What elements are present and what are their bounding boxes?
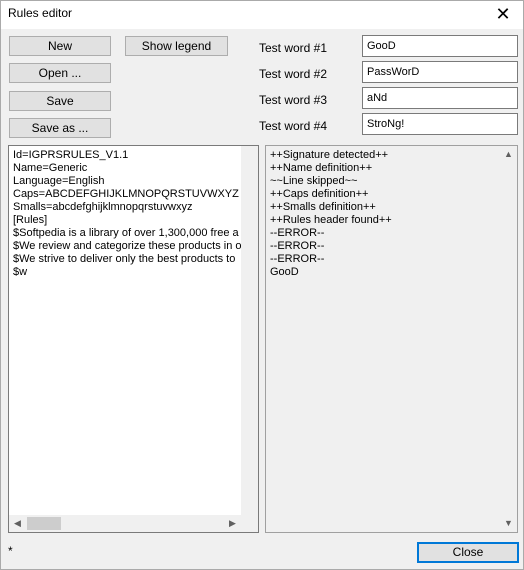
window-title: Rules editor	[8, 6, 73, 20]
rules-line: Name=Generic	[13, 162, 88, 174]
test-word-1-label: Test word #1	[259, 41, 328, 55]
rules-line: $w	[13, 266, 28, 278]
rules-line: [Rules]	[13, 214, 48, 226]
rules-horizontal-scroll-thumb[interactable]	[27, 517, 61, 530]
test-word-3-field[interactable]: aNd	[362, 87, 518, 109]
window-close-icon[interactable]: ✕	[483, 1, 523, 29]
scroll-left-icon[interactable]: ◀	[9, 515, 26, 532]
rules-vertical-scrollbar[interactable]	[241, 146, 258, 515]
output-line: ++Smalls definition++	[270, 201, 376, 213]
output-line: ++Caps definition++	[270, 188, 369, 200]
scroll-right-icon[interactable]: ▶	[224, 515, 241, 532]
rules-line: Language=English	[13, 175, 105, 187]
save-button[interactable]: Save	[9, 91, 111, 111]
new-button[interactable]: New	[9, 36, 111, 56]
output-line: --ERROR--	[270, 253, 325, 265]
test-word-2-label: Test word #2	[259, 67, 328, 81]
rules-horizontal-scrollbar[interactable]: ◀ ▶	[9, 515, 258, 532]
test-word-4-label: Test word #4	[259, 119, 328, 133]
output-line: --ERROR--	[270, 240, 325, 252]
rules-line: $We review and categorize these products…	[13, 240, 242, 252]
scroll-up-icon[interactable]: ▲	[500, 146, 517, 163]
rules-editor-textarea[interactable]: Id=IGPRSRULES_V1.1 Name=Generic Language…	[8, 145, 259, 533]
test-word-1-field[interactable]: GooD	[362, 35, 518, 57]
output-line: ++Signature detected++	[270, 149, 389, 161]
output-line: --ERROR--	[270, 227, 325, 239]
close-button[interactable]: Close	[417, 542, 519, 563]
rules-line: Smalls=abcdefghijklmnopqrstuvwxyz	[13, 201, 193, 213]
output-line: ++Name definition++	[270, 162, 373, 174]
open-button[interactable]: Open ...	[9, 63, 111, 83]
rules-line: $Softpedia is a library of over 1,300,00…	[13, 227, 239, 239]
output-log-textarea[interactable]: ++Signature detected++ ++Name definition…	[265, 145, 518, 533]
test-word-2-field[interactable]: PassWorD	[362, 61, 518, 83]
show-legend-button[interactable]: Show legend	[125, 36, 228, 56]
scroll-down-icon[interactable]: ▼	[500, 515, 517, 532]
output-line: ~~Line skipped~~	[270, 175, 358, 187]
test-word-3-label: Test word #3	[259, 93, 328, 107]
rules-line: Caps=ABCDEFGHIJKLMNOPQRSTUVWXYZ	[13, 188, 239, 200]
output-line: GooD	[270, 266, 299, 278]
rules-line: Id=IGPRSRULES_V1.1	[13, 149, 129, 161]
rules-editor-window: Rules editor ✕ New Show legend Open ... …	[0, 0, 524, 570]
modified-indicator: *	[8, 544, 13, 558]
output-line: ++Rules header found++	[270, 214, 392, 226]
rules-line: $We strive to deliver only the best prod…	[13, 253, 236, 265]
save-as-button[interactable]: Save as ...	[9, 118, 111, 138]
output-vertical-scrollbar[interactable]: ▲ ▼	[500, 146, 517, 532]
title-bar: Rules editor ✕	[1, 1, 523, 29]
test-word-4-field[interactable]: StroNg!	[362, 113, 518, 135]
